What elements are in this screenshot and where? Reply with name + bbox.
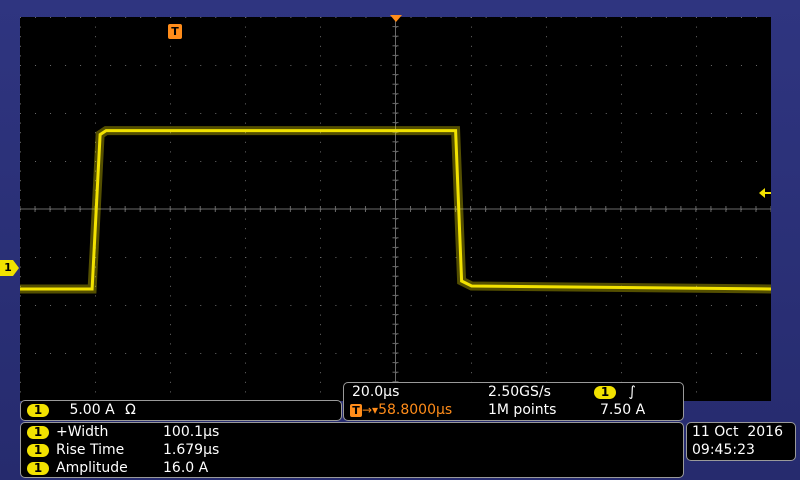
time: 09:45:23 (692, 442, 755, 458)
channel-badge: 1 (27, 403, 49, 417)
channel-marker-label: 1 (4, 261, 12, 274)
waveform-screen[interactable] (20, 17, 771, 401)
measurement-value: 1.679µs (163, 442, 220, 458)
measurement-channel-badge: 1 (27, 425, 49, 439)
horizontal-trigger-panel[interactable]: 20.0µs 2.50GS/s 1 ∫ T →▾58.8000µs 1M poin… (343, 382, 684, 421)
trace-glow (20, 126, 771, 294)
trigger-icon: T (350, 404, 362, 417)
expansion-point-icon (390, 15, 402, 22)
waveform-trace (20, 126, 771, 294)
measurement-channel-badge: 1 (27, 461, 49, 475)
measurement-name: +Width (56, 424, 109, 440)
channel-scale-panel[interactable]: 1 5.00 A Ω (20, 400, 342, 421)
measurement-row[interactable]: 1 Amplitude 16.0 A (27, 460, 208, 476)
trigger-level: 7.50 A (600, 402, 646, 418)
channel-scale: 5.00 A (69, 402, 115, 418)
measurement-row[interactable]: 1 +Width 100.1µs (27, 424, 219, 440)
datetime-panel[interactable]: 11 Oct 2016 09:45:23 (686, 422, 796, 461)
date: 11 Oct 2016 (692, 424, 783, 440)
trace-line (20, 129, 771, 291)
channel-1-ground-marker[interactable]: 1 (0, 260, 19, 276)
measurement-value: 100.1µs (163, 424, 220, 440)
trigger-level-arrow-icon[interactable] (759, 187, 771, 199)
coupling-ohm-icon: Ω (125, 402, 136, 418)
trigger-position: 58.8000µs (378, 402, 453, 418)
trigger-slope-icon: ∫ (628, 384, 636, 400)
sample-rate: 2.50GS/s (488, 384, 551, 400)
oscilloscope-display: T 1 1 5.00 A Ω 20.0µs 2.50GS/s 1 ∫ T →▾58… (0, 0, 800, 480)
trigger-arrow-icon: →▾ (362, 403, 379, 417)
trigger-source-badge: 1 (594, 385, 616, 399)
measurement-name: Rise Time (56, 442, 125, 458)
measurements-panel[interactable]: 1 +Width 100.1µs 1 Rise Time 1.679µs 1 A… (20, 422, 684, 478)
measurement-row[interactable]: 1 Rise Time 1.679µs (27, 442, 219, 458)
measurement-name: Amplitude (56, 460, 128, 476)
trigger-position-marker[interactable]: T (168, 24, 182, 39)
record-length: 1M points (488, 402, 557, 418)
measurement-channel-badge: 1 (27, 443, 49, 457)
timebase-scale: 20.0µs (352, 384, 400, 400)
measurement-value: 16.0 A (163, 460, 209, 476)
